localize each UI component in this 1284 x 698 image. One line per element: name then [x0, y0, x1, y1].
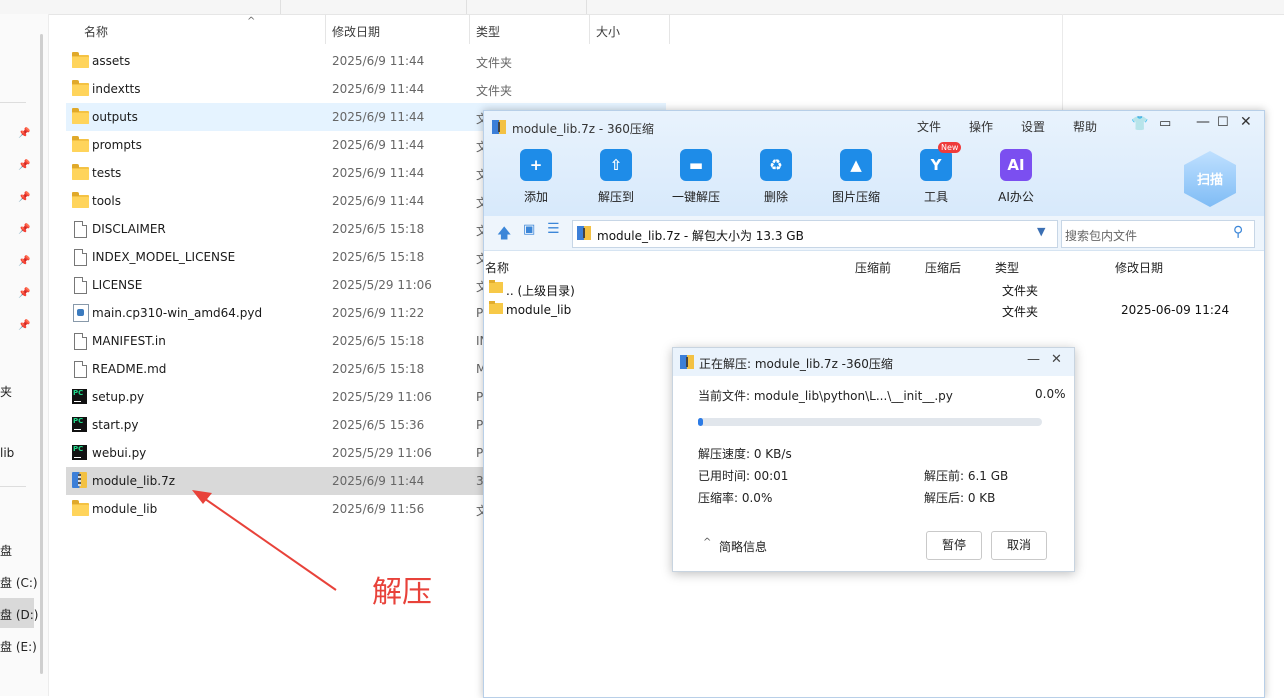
annotation-arrow	[192, 490, 337, 591]
annotation-text: 解压	[372, 575, 432, 610]
